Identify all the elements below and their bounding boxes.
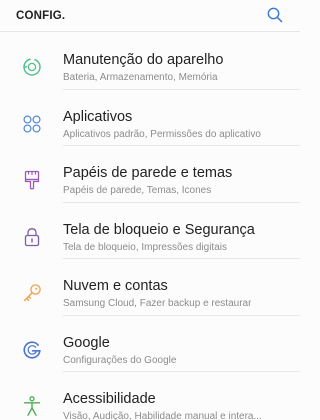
settings-screen: CONFIG. Manutenção do aparelho Bateria, …: [0, 0, 300, 420]
google-icon: [23, 340, 41, 359]
settings-item-title: Nuvem e contas: [63, 278, 168, 294]
settings-item-subtitle: Aplicativos padrão, Permissões do aplica…: [63, 128, 261, 140]
settings-item-cloud-accounts[interactable]: Nuvem e contas Samsung Cloud, Fazer back…: [0, 259, 300, 316]
settings-item-wallpapers-themes[interactable]: Papéis de parede e temas Papéis de pared…: [0, 146, 300, 203]
lock-icon: [24, 227, 40, 246]
settings-item-lockscreen-security[interactable]: Tela de bloqueio e Segurança Tela de blo…: [0, 203, 300, 259]
search-icon[interactable]: [266, 6, 284, 24]
device-maintenance-icon: [23, 58, 41, 76]
key-icon: [23, 284, 41, 302]
settings-item-apps[interactable]: Aplicativos Aplicativos padrão, Permissõ…: [0, 90, 300, 146]
settings-item-subtitle: Tela de bloqueio, Impressões digitais: [63, 241, 227, 253]
settings-item-title: Aplicativos: [63, 108, 133, 125]
settings-item-title: Papéis de parede e temas: [63, 165, 233, 181]
settings-item-subtitle: Visão, Audição, Habilidade manual e inte…: [63, 411, 262, 420]
paint-brush-icon: [24, 170, 40, 190]
settings-item-title: Manutenção do aparelho: [63, 52, 224, 68]
apps-icon: [23, 114, 41, 133]
settings-item-subtitle: Bateria, Armazenamento, Memória: [63, 72, 218, 83]
settings-item-accessibility[interactable]: Acessibilidade Visão, Audição, Habilidad…: [0, 372, 300, 420]
settings-list: Manutenção do aparelho Bateria, Armazena…: [0, 33, 300, 420]
settings-item-title: Tela de bloqueio e Segurança: [63, 221, 255, 238]
settings-item-device-maintenance[interactable]: Manutenção do aparelho Bateria, Armazena…: [0, 33, 300, 90]
settings-item-subtitle: Papéis de parede, Temas, Ícones: [63, 185, 212, 196]
accessibility-icon: [23, 396, 41, 416]
page-title: CONFIG.: [16, 10, 66, 22]
settings-item-title: Google: [63, 334, 110, 351]
app-bar: CONFIG.: [0, 0, 300, 32]
settings-item-google[interactable]: Google Configurações do Google: [0, 316, 300, 372]
settings-item-title: Acessibilidade: [63, 391, 156, 407]
settings-item-subtitle: Samsung Cloud, Fazer backup e restaurar: [63, 298, 252, 309]
settings-item-subtitle: Configurações do Google: [63, 354, 177, 366]
